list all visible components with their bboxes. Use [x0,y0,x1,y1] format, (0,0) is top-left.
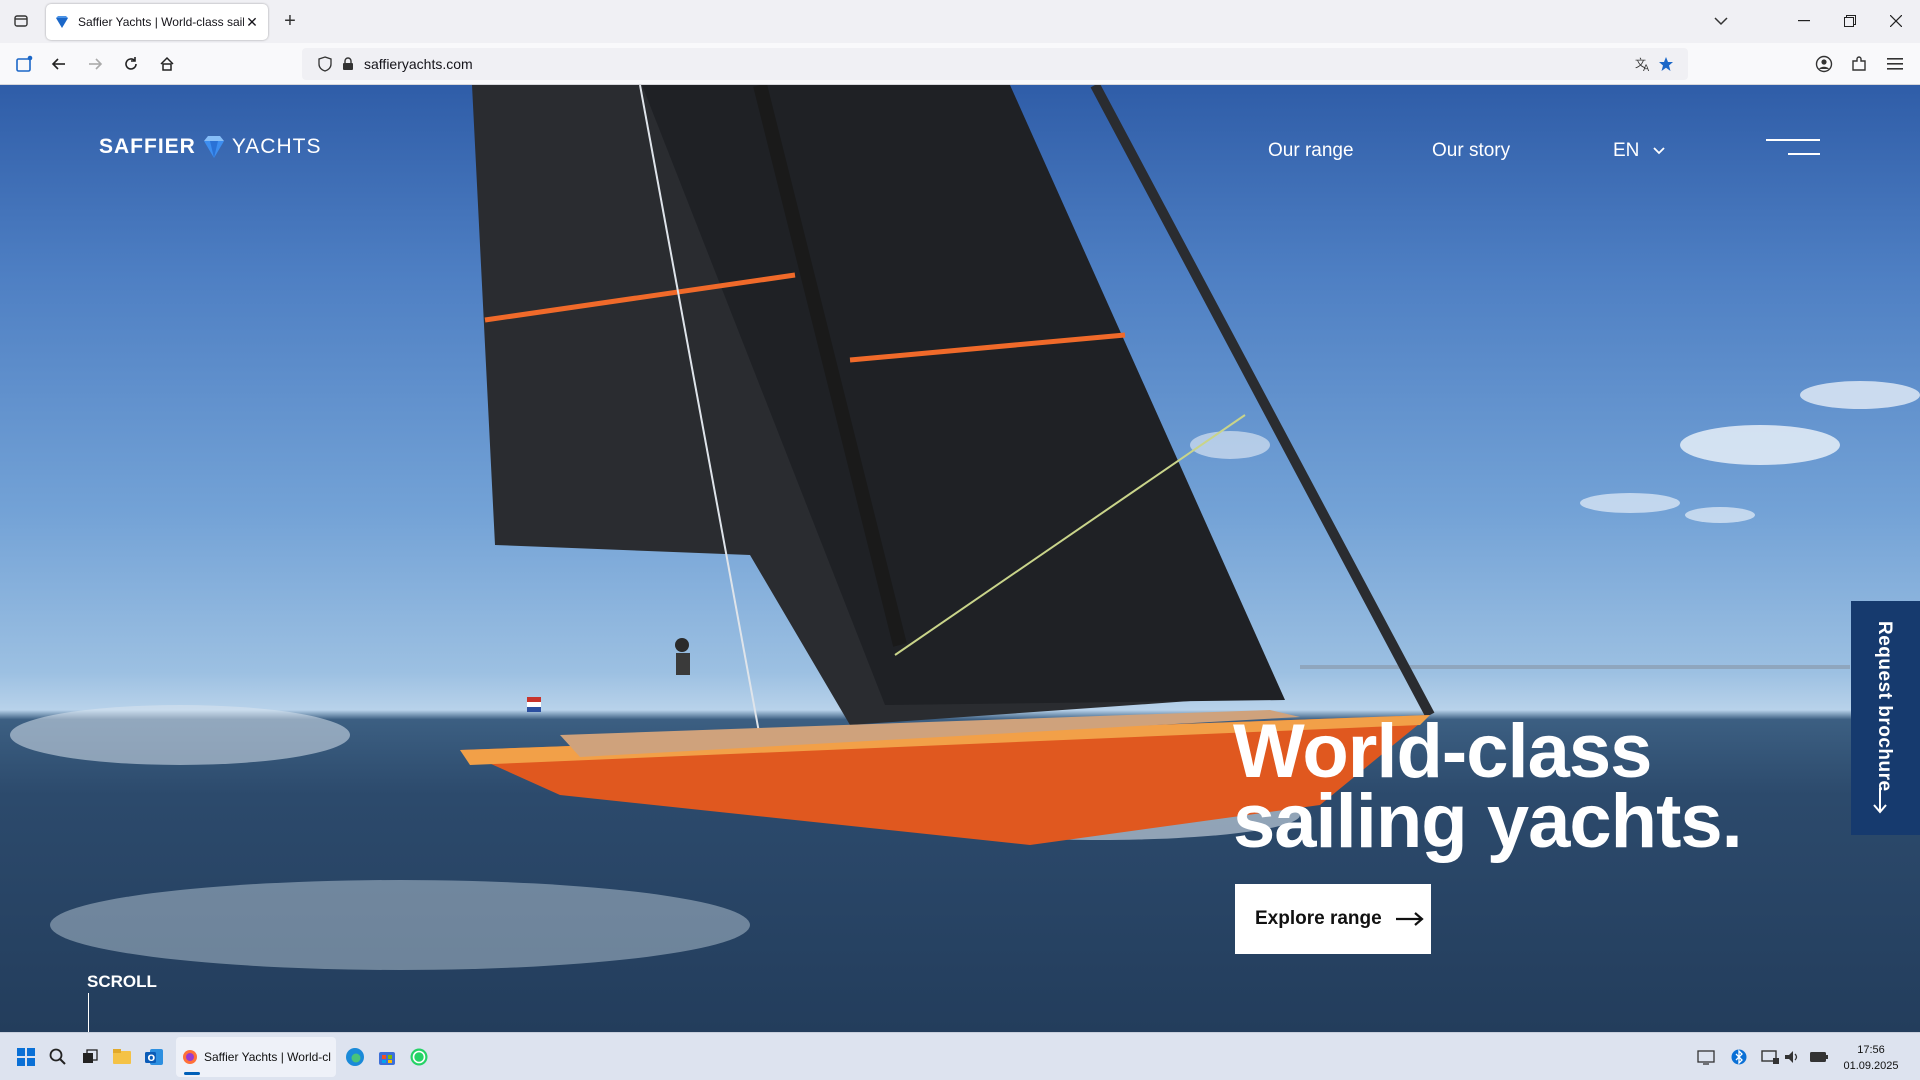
battery-icon[interactable] [1807,1045,1831,1069]
back-icon[interactable] [46,51,72,77]
taskbar-firefox-app[interactable]: Saffier Yachts | World-cl [176,1037,336,1077]
store-icon[interactable] [375,1045,399,1069]
windows-start-icon[interactable] [14,1045,38,1069]
explore-range-label: Explore range [1255,908,1382,929]
logo-text-saffier: SAFFIER [99,135,196,158]
tab-list-icon[interactable] [8,8,34,34]
saffier-favicon-icon [56,16,68,28]
search-icon[interactable] [46,1045,70,1069]
active-app-indicator [184,1072,200,1075]
edge-icon[interactable] [343,1045,367,1069]
diamond-logo-icon [203,136,224,158]
windows-taskbar: O Saffier Yachts | World-cl 17:56 01.09.… [0,1032,1920,1080]
account-icon[interactable] [1811,51,1837,77]
arrow-right-icon [1395,912,1424,926]
taskbar-app-label: Saffier Yachts | World-cl [204,1050,331,1064]
nav-our-range[interactable]: Our range [1268,140,1354,162]
file-explorer-icon[interactable] [110,1045,134,1069]
tab-saffier[interactable]: Saffier Yachts | World-class sailing yac… [46,4,268,40]
forward-icon[interactable] [82,51,108,77]
request-brochure-tab[interactable]: Request brochure [1851,601,1920,835]
url-bar[interactable]: saffieryachts.com 文A [302,48,1688,80]
tab-title: Saffier Yachts | World-class sailing yac… [78,15,244,29]
headline-line-2: sailing yachts. [1233,779,1743,864]
request-brochure-label: Request brochure [1874,621,1895,792]
hero-section: SAFFIER YACHTS Our range Our story EN Wo… [0,85,1920,1032]
firefox-icon [183,1050,197,1064]
home-icon[interactable] [154,51,180,77]
bluetooth-icon[interactable] [1727,1045,1751,1069]
tab-overflow-chevron-icon[interactable] [1705,6,1737,36]
task-view-icon[interactable] [78,1045,102,1069]
tab-close-icon[interactable]: ✕ [244,14,260,31]
url-text[interactable]: saffieryachts.com [364,56,473,72]
extensions-icon[interactable] [1846,51,1872,77]
explore-range-button[interactable]: Explore range [1235,884,1431,954]
network-icon[interactable] [1758,1045,1782,1069]
hamburger-menu-icon[interactable] [1766,137,1820,159]
language-bar-icon[interactable] [1694,1045,1718,1069]
bookmark-star-icon[interactable] [1653,51,1679,77]
volume-icon[interactable] [1780,1045,1804,1069]
logo-text-yachts: YACHTS [231,135,322,158]
chevron-down-icon [1653,147,1666,155]
svg-text:A: A [1643,64,1650,72]
svg-text:O: O [148,1054,156,1064]
browser-nav-bar: saffieryachts.com 文A [0,43,1920,85]
close-window-icon[interactable] [1880,6,1912,36]
scroll-indicator-line [88,993,89,1032]
saffier-logo[interactable]: SAFFIER YACHTS [99,135,321,159]
browser-tab-bar: Saffier Yachts | World-class sailing yac… [0,0,1920,43]
clock-date: 01.09.2025 [1843,1060,1899,1072]
new-tab-icon[interactable]: + [278,9,302,33]
language-selector[interactable]: EN [1613,140,1666,162]
scroll-indicator-label: SCROLL [87,972,157,991]
system-clock[interactable]: 17:56 01.09.2025 [1836,1042,1906,1074]
app-menu-icon[interactable] [1882,51,1908,77]
language-label: EN [1613,140,1640,161]
minimize-icon[interactable] [1788,6,1820,36]
nav-our-story[interactable]: Our story [1432,140,1510,162]
sidebar-toggle-icon[interactable] [11,51,37,77]
clock-time: 17:56 [1857,1044,1885,1056]
hero-headline: World-class sailing yachts. [1233,714,1853,860]
outlook-icon[interactable]: O [142,1045,166,1069]
whatsapp-icon[interactable] [407,1045,431,1069]
restore-icon[interactable] [1834,6,1866,36]
lock-icon[interactable] [335,51,361,77]
reload-icon[interactable] [118,51,144,77]
hero-yacht-image [10,85,1920,970]
arrow-down-icon [1873,788,1887,821]
